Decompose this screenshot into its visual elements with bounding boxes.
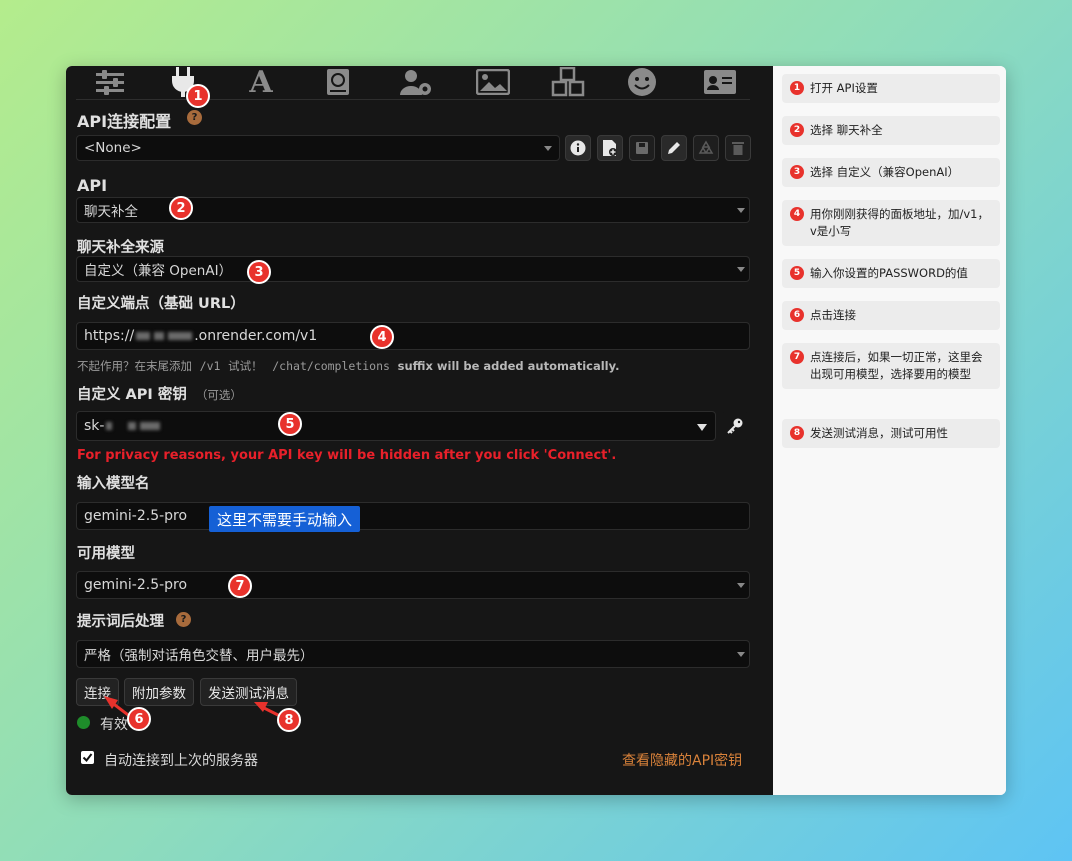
step-item-2: 2 选择 聊天补全	[782, 116, 1000, 145]
steps-sidebar: 1 打开 API设置 2 选择 聊天补全 3 选择 自定义（兼容OpenAI） 4 用你…	[773, 66, 1006, 795]
step-item-8: 8 发送测试消息，测试可用性	[782, 419, 1000, 448]
step-item-7: 7 点连接后，如果一切正常，这里会出现可用模型，选择要用的模型	[782, 343, 1000, 389]
step-badge-6: 6	[127, 707, 151, 731]
step-number: 8	[790, 426, 804, 440]
step-number: 2	[790, 123, 804, 137]
step-badge-2: 2	[169, 196, 193, 220]
step-item-6: 6 点击连接	[782, 301, 1000, 330]
step-number: 4	[790, 207, 804, 221]
step-text: 发送测试消息，测试可用性	[810, 426, 948, 440]
step-item-1: 1 打开 API设置	[782, 74, 1000, 103]
screenshot-card: A API连接配置 ? <None> API 聊天补全 聊天补全来源 自定义（兼…	[66, 66, 1006, 795]
step-item-4: 4 用你刚刚获得的面板地址，加/v1，v是小写	[782, 200, 1000, 246]
api-settings-panel: A API连接配置 ? <None> API 聊天补全 聊天补全来源 自定义（兼…	[66, 66, 773, 795]
step-badge-3: 3	[247, 260, 271, 284]
step-item-3: 3 选择 自定义（兼容OpenAI）	[782, 158, 1000, 187]
step-text: 选择 聊天补全	[810, 123, 883, 137]
step-badge-8: 8	[277, 708, 301, 732]
step-badge-4: 4	[370, 325, 394, 349]
step-number: 5	[790, 266, 804, 280]
step-badge-5: 5	[278, 412, 302, 436]
step-badge-1: 1	[186, 84, 210, 108]
step-number: 6	[790, 308, 804, 322]
step-text: 输入你设置的PASSWORD的值	[810, 266, 968, 280]
step-item-5: 5 输入你设置的PASSWORD的值	[782, 259, 1000, 288]
step-text: 用你刚刚获得的面板地址，加/v1，v是小写	[810, 207, 989, 238]
step-number: 3	[790, 165, 804, 179]
step-text: 点击连接	[810, 308, 856, 322]
step-text: 打开 API设置	[810, 81, 878, 95]
step-text: 选择 自定义（兼容OpenAI）	[810, 165, 960, 179]
step-text: 点连接后，如果一切正常，这里会出现可用模型，选择要用的模型	[810, 350, 983, 381]
annotation-arrows	[104, 696, 281, 723]
step-badge-7: 7	[228, 574, 252, 598]
step-number: 1	[790, 81, 804, 95]
step-number: 7	[790, 350, 804, 364]
